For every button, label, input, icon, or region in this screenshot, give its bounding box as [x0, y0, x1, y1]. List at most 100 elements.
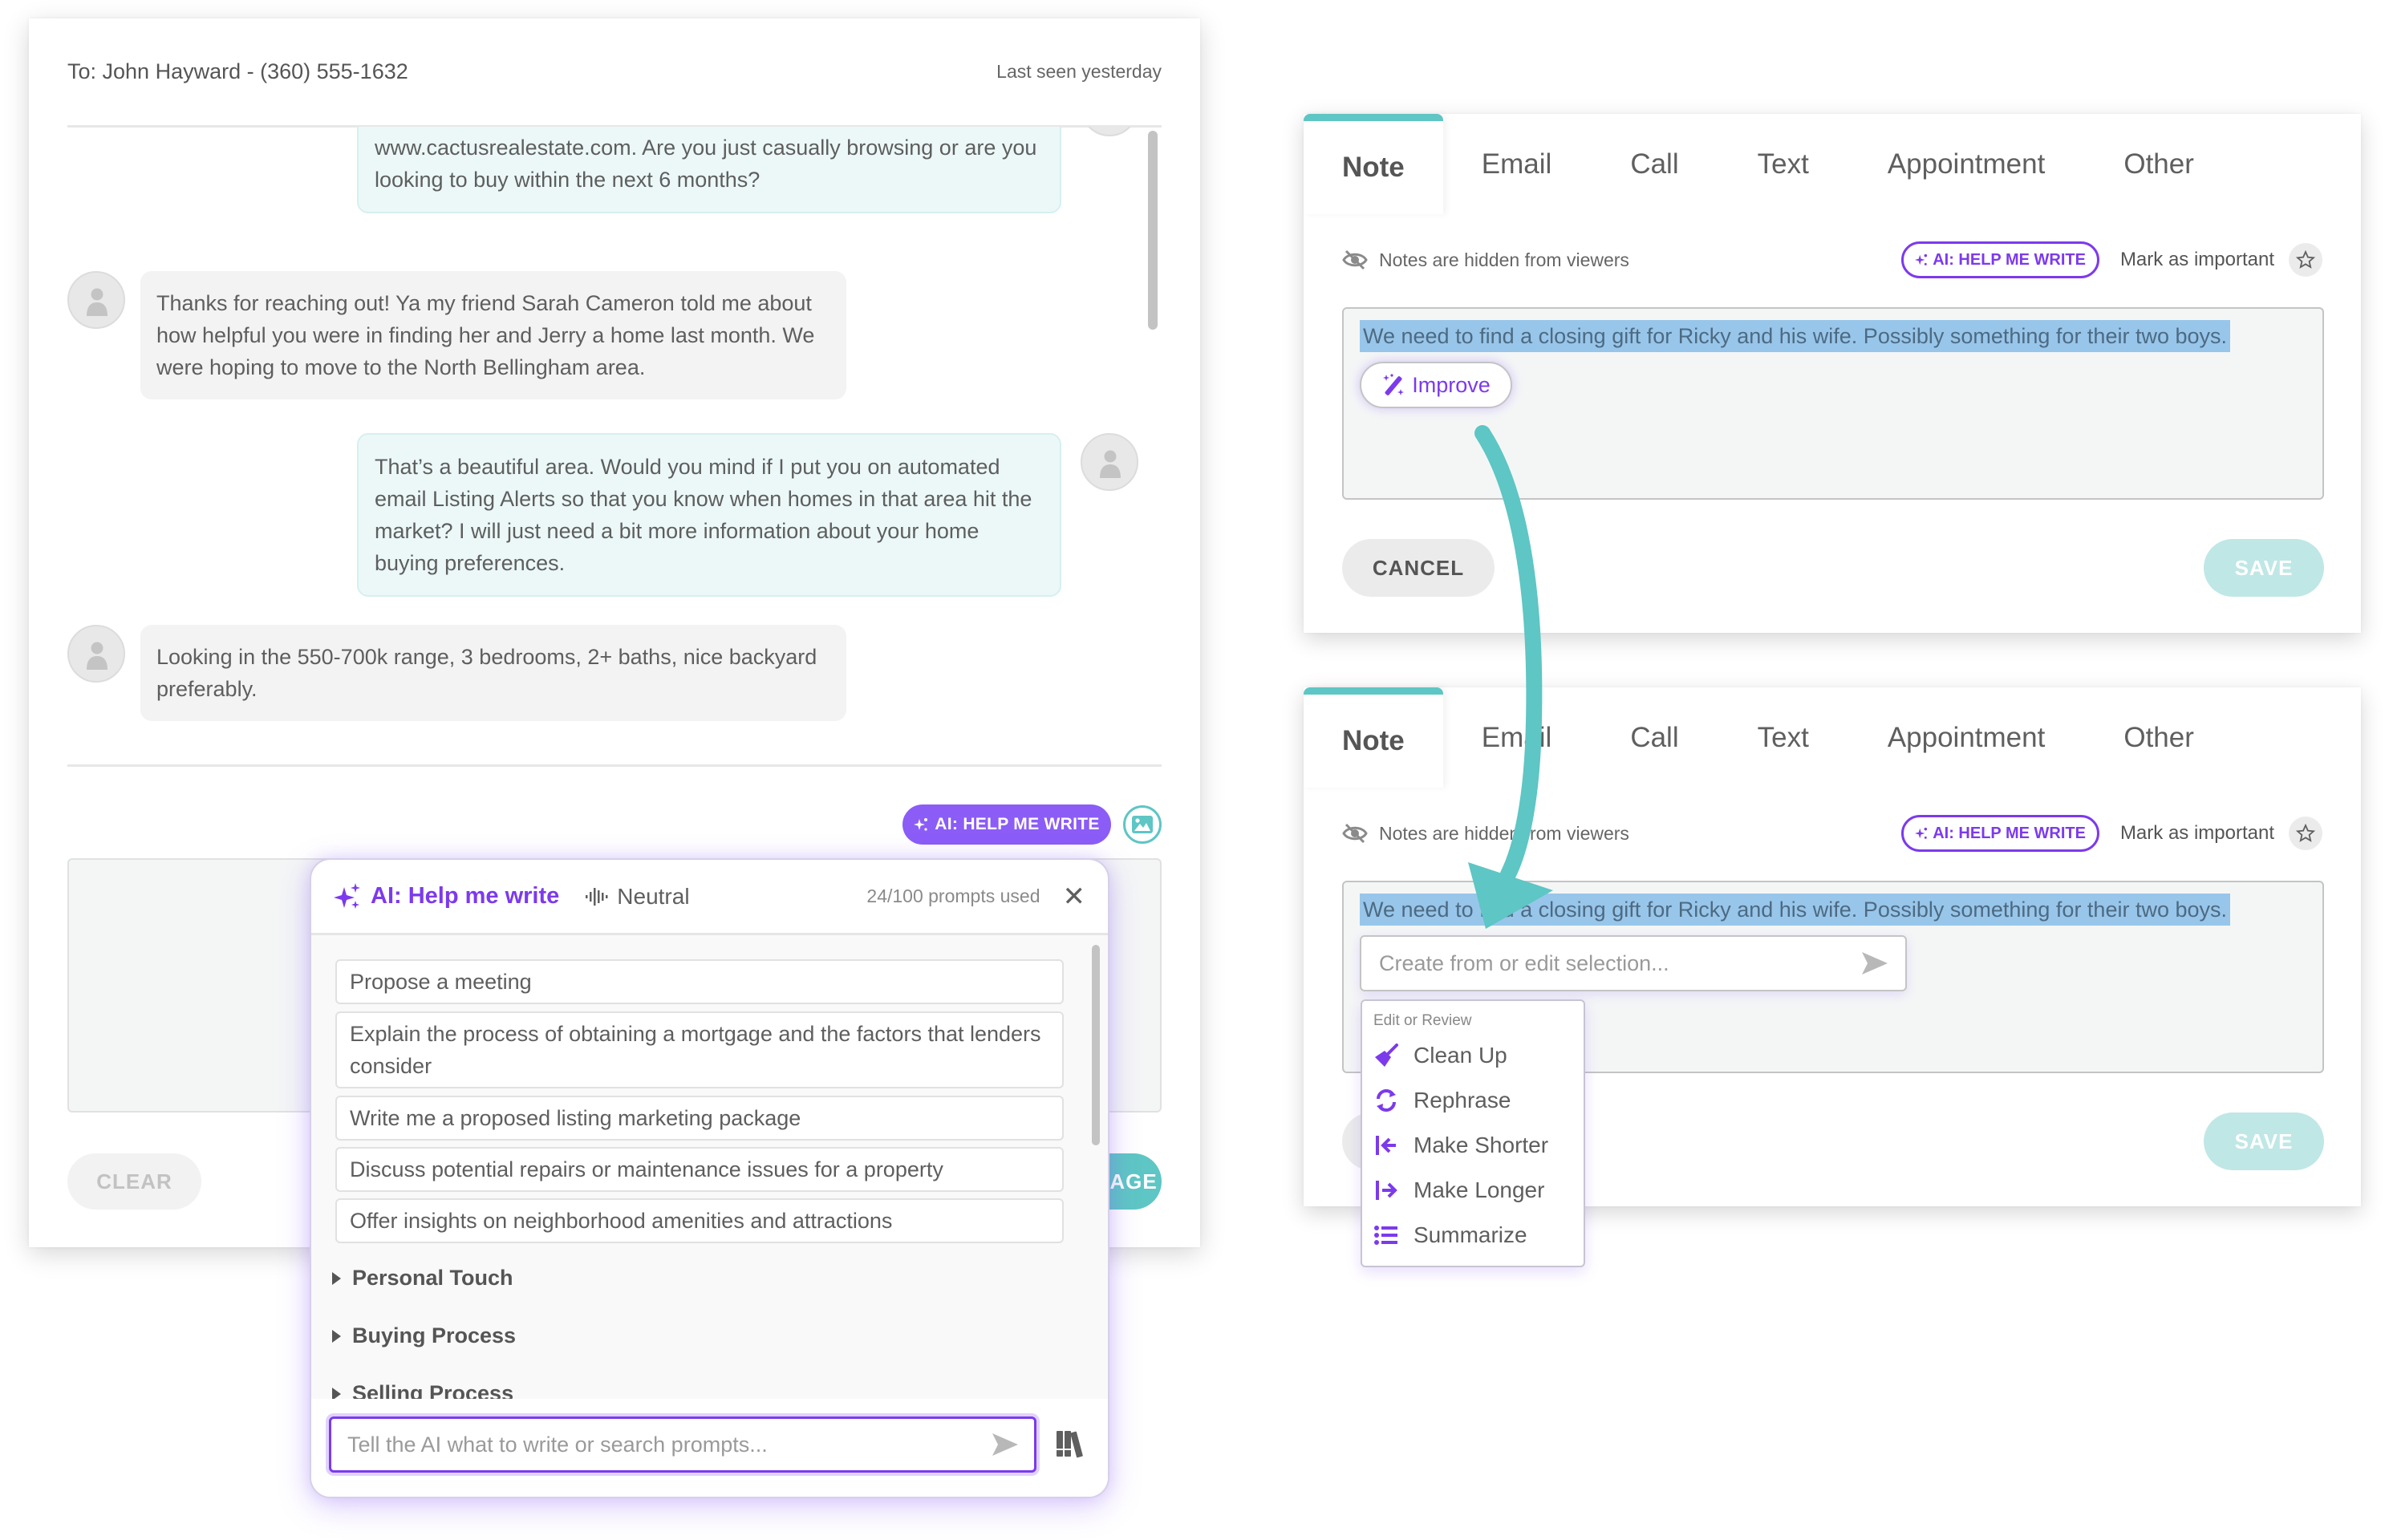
- refresh-icon: [1377, 1089, 1396, 1112]
- thread-scrollbar[interactable]: [1148, 131, 1158, 330]
- message-bubble-received: Thanks for reaching out! Ya my friend Sa…: [140, 271, 846, 399]
- expand-triangle-icon: [332, 1271, 341, 1285]
- edit-selection-input[interactable]: [1379, 950, 1862, 976]
- ai-popup-header: AI: Help me write Neutral 24/100 prompts…: [311, 860, 1108, 935]
- sparkle-icon: [1915, 253, 1928, 265]
- edit-selection-field[interactable]: [1360, 935, 1907, 991]
- menu-item-make-longer[interactable]: Make Longer: [1373, 1168, 1572, 1213]
- save-button[interactable]: SAVE: [2204, 1112, 2324, 1170]
- contact-avatar: [67, 625, 125, 683]
- contact-avatar: [67, 271, 125, 329]
- tab-note[interactable]: Note: [1304, 114, 1443, 214]
- tone-selector[interactable]: Neutral: [585, 883, 690, 910]
- ai-help-me-write-popup: AI: Help me write Neutral 24/100 prompts…: [310, 858, 1109, 1498]
- improve-label: Improve: [1412, 372, 1491, 397]
- menu-item-label: Make Shorter: [1414, 1133, 1549, 1157]
- mark-important-label: Mark as important: [2119, 822, 2274, 844]
- category-selling-process[interactable]: Selling Process: [332, 1381, 513, 1399]
- compose-divider: [67, 764, 1162, 767]
- ai-help-me-write-button[interactable]: AI: HELP ME WRITE: [1901, 241, 2099, 278]
- note-options-row: Notes are hidden from viewers AI: HELP M…: [1342, 240, 2322, 280]
- tab-other[interactable]: Other: [2123, 687, 2194, 788]
- tab-text[interactable]: Text: [1758, 687, 1809, 788]
- arrow-left-to-bar-icon: [1376, 1136, 1396, 1155]
- ai-help-me-write-button[interactable]: AI: HELP ME WRITE: [1901, 815, 2099, 852]
- tab-appointment[interactable]: Appointment: [1888, 114, 2046, 214]
- prompt-item[interactable]: Write me a proposed listing marketing pa…: [335, 1096, 1064, 1141]
- expand-triangle-icon: [332, 1387, 341, 1399]
- activity-tabs: Note Email Call Text Appointment Other: [1304, 687, 2361, 788]
- cancel-button[interactable]: CANCEL: [1342, 539, 1495, 597]
- message-bubble-received: Looking in the 550-700k range, 3 bedroom…: [140, 625, 846, 721]
- tone-label: Neutral: [617, 883, 690, 909]
- agent-avatar: [1081, 433, 1138, 491]
- prompt-item[interactable]: Discuss potential repairs or maintenance…: [335, 1147, 1064, 1192]
- note-text-area[interactable]: We need to find a closing gift for Ricky…: [1342, 307, 2324, 500]
- tab-note[interactable]: Note: [1304, 687, 1443, 788]
- tab-appointment[interactable]: Appointment: [1888, 687, 2046, 788]
- selected-note-text[interactable]: We need to find a closing gift for Ricky…: [1360, 894, 2231, 926]
- message-bubble-sent: That’s a beautiful area. Would you mind …: [357, 433, 1061, 597]
- message-text: www.cactusrealestate.com. Are you just c…: [375, 136, 1037, 192]
- tab-email[interactable]: Email: [1482, 687, 1552, 788]
- improve-button[interactable]: Improve: [1360, 362, 1512, 408]
- send-arrow-icon[interactable]: [1862, 952, 1888, 975]
- star-icon: [2296, 250, 2315, 269]
- menu-item-clean-up[interactable]: Clean Up: [1373, 1033, 1572, 1078]
- ai-help-button-label: AI: HELP ME WRITE: [935, 815, 1100, 833]
- person-icon: [87, 642, 107, 670]
- send-arrow-icon[interactable]: [992, 1433, 1018, 1456]
- sparkle-icon: [1915, 827, 1928, 839]
- close-icon[interactable]: ✕: [1063, 881, 1086, 913]
- note-options-row: Notes are hidden from viewers AI: HELP M…: [1342, 813, 2322, 853]
- message-text: Looking in the 550-700k range, 3 bedroom…: [156, 645, 817, 701]
- tab-text[interactable]: Text: [1758, 114, 1809, 214]
- person-icon: [1100, 450, 1121, 478]
- hidden-notice: Notes are hidden from viewers: [1342, 823, 1629, 845]
- prompt-list[interactable]: Propose a meeting Explain the process of…: [311, 935, 1108, 1399]
- prompt-library-button[interactable]: [1056, 1429, 1088, 1461]
- hidden-notice: Notes are hidden from viewers: [1342, 249, 1629, 271]
- message-text: That’s a beautiful area. Would you mind …: [375, 455, 1032, 575]
- ai-help-me-write-button[interactable]: AI: HELP ME WRITE: [902, 804, 1111, 845]
- menu-item-rephrase[interactable]: Rephrase: [1373, 1078, 1572, 1123]
- prompt-item[interactable]: Explain the process of obtaining a mortg…: [335, 1011, 1064, 1088]
- save-button[interactable]: SAVE: [2204, 539, 2324, 597]
- ai-prompt-field[interactable]: [329, 1416, 1036, 1473]
- hidden-notice-text: Notes are hidden from viewers: [1379, 249, 1629, 270]
- mark-important-toggle[interactable]: [2289, 243, 2322, 277]
- prompt-list-scrollbar[interactable]: [1092, 945, 1100, 1145]
- tab-email[interactable]: Email: [1482, 114, 1552, 214]
- list-icon: [1374, 1226, 1397, 1245]
- menu-item-label: Summarize: [1414, 1222, 1527, 1247]
- ai-prompt-input[interactable]: [347, 1432, 992, 1457]
- ai-popup-footer: [311, 1399, 1108, 1497]
- menu-item-summarize[interactable]: Summarize: [1373, 1213, 1572, 1258]
- ai-help-button-label: AI: HELP ME WRITE: [1933, 250, 2086, 269]
- prompt-item[interactable]: Offer insights on neighborhood amenities…: [335, 1198, 1064, 1243]
- ai-popup-title: AI: Help me write: [371, 883, 560, 909]
- message-bubble-sent: www.cactusrealestate.com. Are you just c…: [357, 127, 1061, 213]
- tab-call[interactable]: Call: [1630, 687, 1678, 788]
- hidden-notice-text: Notes are hidden from viewers: [1379, 822, 1629, 844]
- magic-wand-icon: [1383, 374, 1405, 395]
- category-buying-process[interactable]: Buying Process: [332, 1323, 516, 1348]
- category-label: Selling Process: [352, 1381, 514, 1399]
- category-personal-touch[interactable]: Personal Touch: [332, 1266, 513, 1291]
- message-thread[interactable]: www.cactusrealestate.com. Are you just c…: [29, 127, 1200, 752]
- mark-important-label: Mark as important: [2119, 249, 2274, 270]
- tab-other[interactable]: Other: [2123, 114, 2194, 214]
- mark-important-toggle[interactable]: [2289, 817, 2322, 850]
- menu-item-make-shorter[interactable]: Make Shorter: [1373, 1123, 1572, 1168]
- prompt-item[interactable]: Propose a meeting: [335, 959, 1064, 1004]
- insert-image-button[interactable]: [1123, 805, 1162, 844]
- edit-review-menu: Edit or Review Clean Up Rephrase Make Sh…: [1361, 999, 1585, 1267]
- book-library-icon: [1057, 1431, 1083, 1458]
- star-icon: [2296, 824, 2315, 842]
- broom-icon: [1375, 1044, 1398, 1067]
- clear-button[interactable]: CLEAR: [67, 1153, 201, 1210]
- tab-call[interactable]: Call: [1630, 114, 1678, 214]
- sparkle-icon: [914, 818, 928, 831]
- selected-note-text[interactable]: We need to find a closing gift for Ricky…: [1360, 320, 2231, 352]
- recipient-label: To: John Hayward - (360) 555-1632: [67, 59, 408, 83]
